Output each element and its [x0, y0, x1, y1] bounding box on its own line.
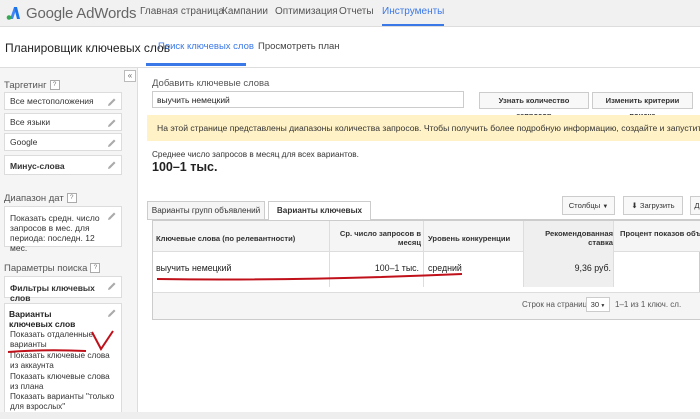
- hand-drawn-annotations: [7, 273, 463, 353]
- bottom-strip: [0, 412, 700, 419]
- underline-broad-variants: [7, 349, 87, 353]
- checkmark-v: [91, 330, 114, 351]
- underline-keyword-row: [156, 273, 463, 281]
